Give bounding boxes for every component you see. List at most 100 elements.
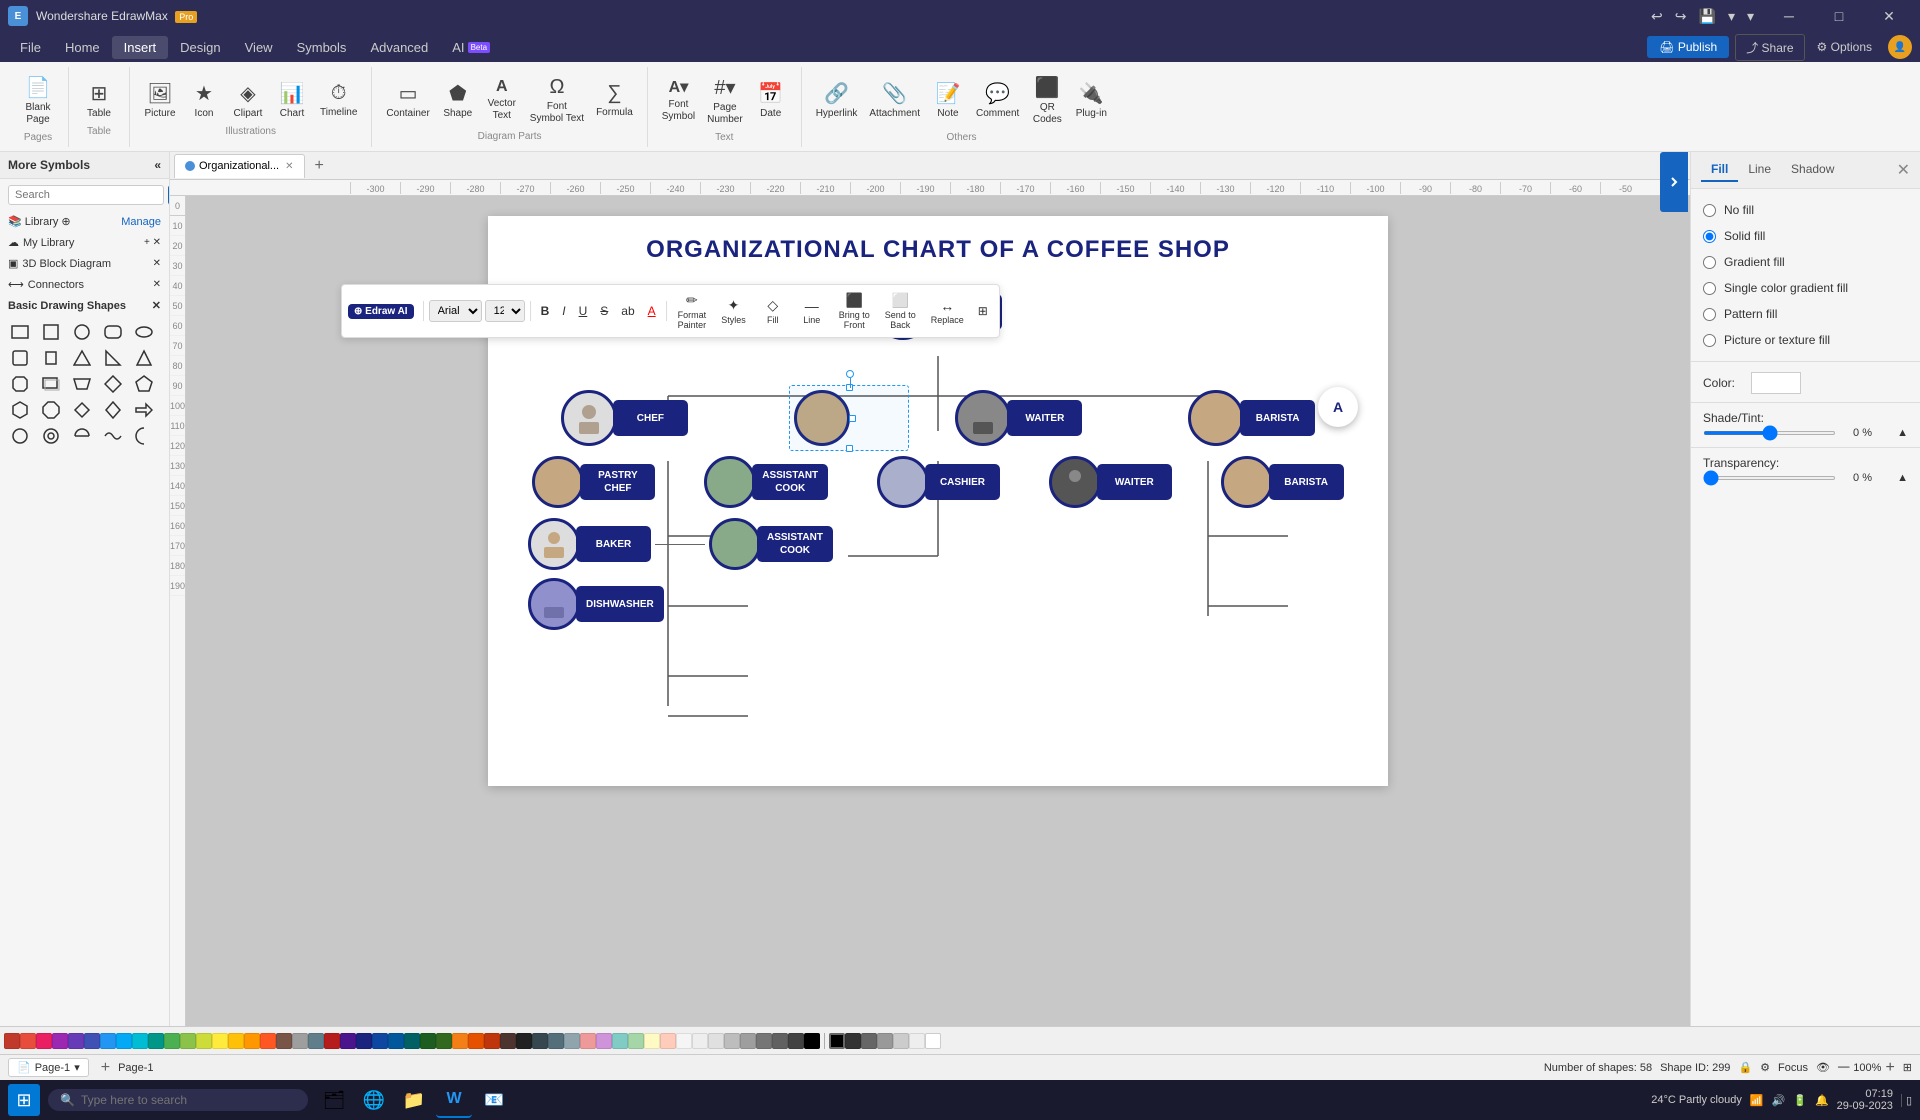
gradient-fill-radio[interactable] xyxy=(1703,256,1716,269)
color-swatch[interactable] xyxy=(228,1033,244,1049)
color-swatch[interactable] xyxy=(676,1033,692,1049)
shape-diamond[interactable] xyxy=(101,372,125,396)
panel-collapse-button[interactable]: « xyxy=(154,158,161,172)
shape-donut[interactable] xyxy=(39,424,63,448)
color-swatch[interactable] xyxy=(708,1033,724,1049)
taskbar-search-input[interactable] xyxy=(81,1093,296,1107)
notification-icon[interactable]: 🔔 xyxy=(1815,1094,1829,1107)
user-avatar[interactable]: 👤 xyxy=(1888,35,1912,59)
color-swatch[interactable] xyxy=(308,1033,324,1049)
bring-to-front-button[interactable]: ⬛ Bring toFront xyxy=(833,289,876,333)
picture-button[interactable]: 🖼 Picture xyxy=(138,77,182,124)
blank-page-button[interactable]: 📄 BlankPage xyxy=(16,71,60,130)
italic-button[interactable]: I xyxy=(557,301,570,321)
save-button[interactable]: 💾 xyxy=(1695,6,1720,27)
shape-rtriangle[interactable] xyxy=(101,346,125,370)
color-swatch-light[interactable] xyxy=(877,1033,893,1049)
no-fill-radio[interactable] xyxy=(1703,204,1716,217)
hyperlink-button[interactable]: 🔗 Hyperlink xyxy=(810,77,864,124)
font-family-select[interactable]: Arial xyxy=(429,300,482,322)
minimize-button[interactable]: ─ xyxy=(1766,0,1812,32)
color-swatch[interactable] xyxy=(132,1033,148,1049)
pattern-fill-radio[interactable] xyxy=(1703,308,1716,321)
chart-button[interactable]: 📊 Chart xyxy=(270,77,314,124)
undo-button[interactable]: ↩ xyxy=(1647,6,1667,27)
gradient-fill-option[interactable]: Gradient fill xyxy=(1691,249,1920,275)
color-swatch[interactable] xyxy=(356,1033,372,1049)
picture-fill-option[interactable]: Picture or texture fill xyxy=(1691,327,1920,353)
qr-codes-button[interactable]: ⬛ QRCodes xyxy=(1025,71,1069,130)
menu-home[interactable]: Home xyxy=(53,36,112,59)
date-button[interactable]: 📅 Date xyxy=(749,77,793,124)
waiter-node-2[interactable]: WAITER xyxy=(1049,456,1172,508)
strikethrough-button[interactable]: S xyxy=(595,301,613,321)
shape-button[interactable]: ⬟ Shape xyxy=(436,77,480,124)
barista-node-1[interactable]: BARISTA xyxy=(1188,390,1315,446)
clipart-button[interactable]: ◈ Clipart xyxy=(226,77,270,124)
taskbar-explorer[interactable]: 📁 xyxy=(396,1082,432,1118)
shape-parallelogram[interactable] xyxy=(39,346,63,370)
transparency-increment[interactable]: ▲ xyxy=(1878,472,1908,484)
table-button[interactable]: ⊞ Table xyxy=(77,77,121,124)
plugin-button[interactable]: 🔌 Plug-in xyxy=(1069,77,1113,124)
picture-fill-radio[interactable] xyxy=(1703,334,1716,347)
color-picker[interactable] xyxy=(1751,372,1801,394)
color-swatch[interactable] xyxy=(4,1033,20,1049)
color-swatch[interactable] xyxy=(788,1033,804,1049)
menu-view[interactable]: View xyxy=(233,36,285,59)
shape-circle[interactable] xyxy=(70,320,94,344)
shape-half-circle[interactable] xyxy=(70,424,94,448)
zoom-out-button[interactable]: ─ xyxy=(1838,1059,1849,1077)
color-swatch[interactable] xyxy=(68,1033,84,1049)
color-swatch[interactable] xyxy=(452,1033,468,1049)
baker-node[interactable]: BAKER xyxy=(528,518,651,570)
redo-button[interactable]: ↪ xyxy=(1671,6,1691,27)
menu-ai[interactable]: AI Beta xyxy=(440,36,502,59)
menu-insert[interactable]: Insert xyxy=(112,36,169,59)
single-gradient-radio[interactable] xyxy=(1703,282,1716,295)
settings-icon[interactable]: ⚙ xyxy=(1760,1061,1770,1074)
nav-3d-block[interactable]: ▣ 3D Block Diagram ✕ xyxy=(0,253,169,274)
publish-button[interactable]: 🖨 Publish xyxy=(1647,36,1729,58)
color-swatch[interactable] xyxy=(100,1033,116,1049)
fit-window-button[interactable]: ⊞ xyxy=(1903,1061,1912,1074)
color-swatch[interactable] xyxy=(196,1033,212,1049)
basic-shapes-header[interactable]: Basic Drawing Shapes ✕ xyxy=(0,295,169,316)
shape-triangle[interactable] xyxy=(70,346,94,370)
shape-moon[interactable] xyxy=(132,424,156,448)
shape-pentagon[interactable] xyxy=(132,372,156,396)
color-swatch[interactable] xyxy=(148,1033,164,1049)
quick-access-button[interactable]: ▾ xyxy=(1743,6,1758,27)
shape-arrow[interactable] xyxy=(132,398,156,422)
shape-square[interactable] xyxy=(39,320,63,344)
color-swatch[interactable] xyxy=(548,1033,564,1049)
options-button[interactable]: ⚙ Options xyxy=(1809,36,1880,58)
menu-design[interactable]: Design xyxy=(168,36,232,59)
color-swatch[interactable] xyxy=(340,1033,356,1049)
color-swatch[interactable] xyxy=(724,1033,740,1049)
shape-hexagon[interactable] xyxy=(8,398,32,422)
nav-connectors[interactable]: ⟷ Connectors ✕ xyxy=(0,274,169,295)
comment-button[interactable]: 💬 Comment xyxy=(970,77,1025,124)
color-swatch[interactable] xyxy=(164,1033,180,1049)
font-symbol-button[interactable]: A▾ FontSymbol xyxy=(656,73,701,127)
taskbar-word[interactable]: W xyxy=(436,1082,472,1118)
nav-my-library[interactable]: ☁ My Library + ✕ xyxy=(0,232,169,253)
attachment-button[interactable]: 📎 Attachment xyxy=(863,77,926,124)
menu-symbols[interactable]: Symbols xyxy=(285,36,359,59)
color-swatch[interactable] xyxy=(580,1033,596,1049)
assistant-cook-2-node[interactable]: ASSISTANTCOOK xyxy=(709,518,833,570)
underline-button[interactable]: U xyxy=(574,301,593,321)
icon-button[interactable]: ★ Icon xyxy=(182,77,226,124)
barista-node-2[interactable]: BARISTA xyxy=(1221,456,1344,508)
color-swatch[interactable] xyxy=(612,1033,628,1049)
color-swatch[interactable] xyxy=(468,1033,484,1049)
format-painter-button[interactable]: ✏ FormatPainter xyxy=(672,289,713,333)
color-swatch[interactable] xyxy=(244,1033,260,1049)
cashier-node[interactable]: CASHIER xyxy=(877,456,1000,508)
handle-right[interactable] xyxy=(849,415,856,422)
color-swatch-dark[interactable] xyxy=(845,1033,861,1049)
color-swatch-lighter[interactable] xyxy=(893,1033,909,1049)
color-swatch[interactable] xyxy=(644,1033,660,1049)
clock[interactable]: 07:19 29-09-2023 xyxy=(1837,1088,1893,1112)
